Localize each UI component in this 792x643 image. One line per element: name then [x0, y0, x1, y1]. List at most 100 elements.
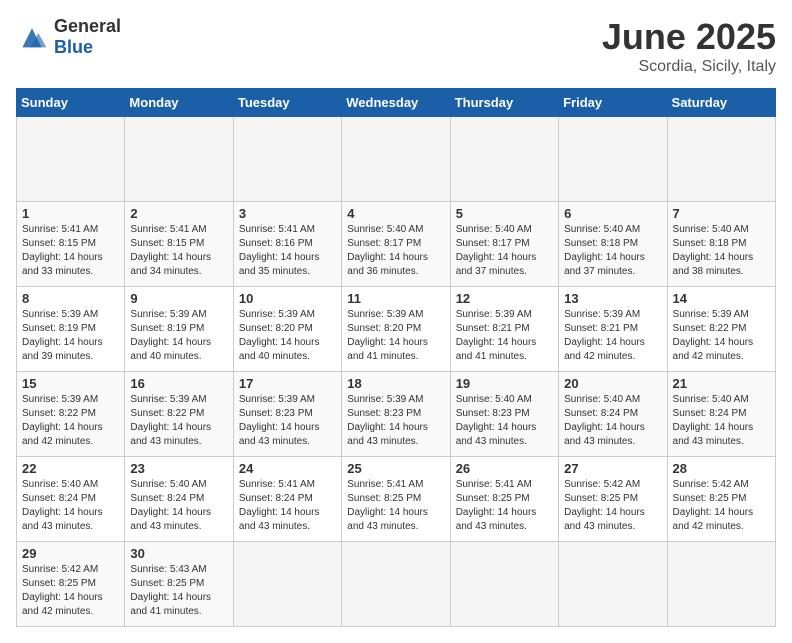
calendar-cell: 18Sunrise: 5:39 AMSunset: 8:23 PMDayligh…	[342, 372, 450, 457]
daylight-label: Daylight: 14 hours and 43 minutes.	[564, 507, 645, 532]
day-number: 27	[564, 461, 661, 476]
calendar-cell: 29Sunrise: 5:42 AMSunset: 8:25 PMDayligh…	[17, 542, 125, 627]
header-day-monday: Monday	[125, 89, 233, 117]
day-number: 5	[456, 206, 553, 221]
title-area: June 2025 Scordia, Sicily, Italy	[602, 16, 776, 76]
day-number: 9	[130, 291, 227, 306]
day-info: Sunrise: 5:39 AMSunset: 8:23 PMDaylight:…	[347, 393, 444, 449]
day-info: Sunrise: 5:39 AMSunset: 8:20 PMDaylight:…	[347, 308, 444, 364]
sunrise-time: Sunrise: 5:40 AM	[564, 224, 640, 235]
daylight-label: Daylight: 14 hours and 43 minutes.	[456, 507, 537, 532]
calendar-cell: 5 Sunrise: 5:40 AMSunset: 8:17 PMDaylight…	[450, 202, 558, 287]
day-info: Sunrise: 5:41 AMSunset: 8:25 PMDaylight:…	[456, 478, 553, 534]
sunrise-time: Sunrise: 5:40 AM	[130, 479, 206, 490]
calendar-cell	[667, 542, 775, 627]
day-info: Sunrise: 5:41 AMSunset: 8:15 PMDaylight:…	[130, 223, 227, 279]
sunrise-time: Sunrise: 5:41 AM	[239, 224, 315, 235]
sunrise-time: Sunrise: 5:42 AM	[673, 479, 749, 490]
calendar-cell: 7Sunrise: 5:40 AMSunset: 8:18 PMDaylight…	[667, 202, 775, 287]
calendar-cell: 12Sunrise: 5:39 AMSunset: 8:21 PMDayligh…	[450, 287, 558, 372]
calendar-cell	[342, 117, 450, 202]
day-info: Sunrise: 5:41 AMSunset: 8:15 PMDaylight:…	[22, 223, 119, 279]
daylight-label: Daylight: 14 hours and 41 minutes.	[456, 337, 537, 362]
header-day-saturday: Saturday	[667, 89, 775, 117]
header-day-thursday: Thursday	[450, 89, 558, 117]
sunset-time: Sunset: 8:25 PM	[347, 493, 421, 504]
sunset-time: Sunset: 8:22 PM	[130, 408, 204, 419]
calendar-cell: 15 Sunrise: 5:39 AMSunset: 8:22 PMDayligh…	[17, 372, 125, 457]
logo-icon	[16, 23, 48, 51]
day-info: Sunrise: 5:39 AMSunset: 8:21 PMDaylight:…	[456, 308, 553, 364]
calendar-cell: 9Sunrise: 5:39 AMSunset: 8:19 PMDaylight…	[125, 287, 233, 372]
calendar-cell: 21Sunrise: 5:40 AMSunset: 8:24 PMDayligh…	[667, 372, 775, 457]
sunrise-time: Sunrise: 5:39 AM	[130, 394, 206, 405]
day-info: Sunrise: 5:39 AMSunset: 8:22 PMDaylight:…	[22, 393, 119, 449]
sunset-time: Sunset: 8:24 PM	[673, 408, 747, 419]
day-info: Sunrise: 5:39 AMSunset: 8:21 PMDaylight:…	[564, 308, 661, 364]
week-row-3: 8Sunrise: 5:39 AMSunset: 8:19 PMDaylight…	[17, 287, 776, 372]
sunrise-time: Sunrise: 5:40 AM	[456, 394, 532, 405]
calendar-cell: 3Sunrise: 5:41 AMSunset: 8:16 PMDaylight…	[233, 202, 341, 287]
sunset-time: Sunset: 8:25 PM	[564, 493, 638, 504]
sunrise-time: Sunrise: 5:41 AM	[130, 224, 206, 235]
day-info: Sunrise: 5:41 AMSunset: 8:24 PMDaylight:…	[239, 478, 336, 534]
sunset-time: Sunset: 8:22 PM	[22, 408, 96, 419]
header-day-sunday: Sunday	[17, 89, 125, 117]
day-info: Sunrise: 5:40 AMSunset: 8:17 PMDaylight:…	[456, 223, 553, 279]
sunset-time: Sunset: 8:20 PM	[239, 323, 313, 334]
day-number: 15	[22, 376, 119, 391]
header-day-tuesday: Tuesday	[233, 89, 341, 117]
calendar-cell: 14 Sunrise: 5:39 AMSunset: 8:22 PMDayligh…	[667, 287, 775, 372]
sunrise-time: Sunrise: 5:40 AM	[673, 224, 749, 235]
calendar-cell: 26Sunrise: 5:41 AMSunset: 8:25 PMDayligh…	[450, 457, 558, 542]
day-number: 13	[564, 291, 661, 306]
sunset-time: Sunset: 8:24 PM	[22, 493, 96, 504]
day-info: Sunrise: 5:41 AMSunset: 8:25 PMDaylight:…	[347, 478, 444, 534]
day-number: 2	[130, 206, 227, 221]
sunrise-time: Sunrise: 5:41 AM	[347, 479, 423, 490]
day-number: 23	[130, 461, 227, 476]
day-number: 10	[239, 291, 336, 306]
day-info: Sunrise: 5:40 AMSunset: 8:24 PMDaylight:…	[564, 393, 661, 449]
sunset-time: Sunset: 8:24 PM	[239, 493, 313, 504]
logo: General Blue	[16, 16, 121, 58]
sunrise-time: Sunrise: 5:39 AM	[22, 309, 98, 320]
day-number: 14	[673, 291, 770, 306]
daylight-label: Daylight: 14 hours and 41 minutes.	[347, 337, 428, 362]
sunrise-time: Sunrise: 5:39 AM	[239, 394, 315, 405]
day-number: 11	[347, 291, 444, 306]
day-number: 28	[673, 461, 770, 476]
sunset-time: Sunset: 8:17 PM	[456, 238, 530, 249]
day-info: Sunrise: 5:39 AMSunset: 8:22 PMDaylight:…	[673, 308, 770, 364]
sunset-time: Sunset: 8:19 PM	[130, 323, 204, 334]
daylight-label: Daylight: 14 hours and 43 minutes.	[239, 507, 320, 532]
calendar-cell: 4Sunrise: 5:40 AMSunset: 8:17 PMDaylight…	[342, 202, 450, 287]
calendar-cell: 25Sunrise: 5:41 AMSunset: 8:25 PMDayligh…	[342, 457, 450, 542]
header-day-friday: Friday	[559, 89, 667, 117]
sunset-time: Sunset: 8:15 PM	[130, 238, 204, 249]
day-info: Sunrise: 5:39 AM Sunset: 8:22 PM Daylight:…	[130, 393, 227, 449]
daylight-label: Daylight: 14 hours and 43 minutes.	[130, 422, 211, 447]
daylight-label: Daylight: 14 hours and 35 minutes.	[239, 252, 320, 277]
day-info: Sunrise: 5:39 AMSunset: 8:19 PMDaylight:…	[22, 308, 119, 364]
daylight-label: Daylight: 14 hours and 42 minutes.	[22, 422, 103, 447]
daylight-label: Daylight: 14 hours and 42 minutes.	[673, 337, 754, 362]
day-number: 20	[564, 376, 661, 391]
day-number: 1	[22, 206, 119, 221]
daylight-label: Daylight: 14 hours and 43 minutes.	[456, 422, 537, 447]
day-info: Sunrise: 5:40 AMSunset: 8:23 PMDaylight:…	[456, 393, 553, 449]
header-day-wednesday: Wednesday	[342, 89, 450, 117]
header-row: SundayMondayTuesdayWednesdayThursdayFrid…	[17, 89, 776, 117]
day-number: 29	[22, 546, 119, 561]
sunset-time: Sunset: 8:17 PM	[347, 238, 421, 249]
sunrise-time: Sunrise: 5:39 AM	[564, 309, 640, 320]
sunrise-time: Sunrise: 5:41 AM	[22, 224, 98, 235]
sunset-time: Sunset: 8:24 PM	[130, 493, 204, 504]
day-number: 30	[130, 546, 227, 561]
sunset-time: Sunset: 8:25 PM	[130, 578, 204, 589]
calendar-cell	[233, 542, 341, 627]
calendar-table: SundayMondayTuesdayWednesdayThursdayFrid…	[16, 88, 776, 627]
daylight-label: Daylight: 14 hours and 43 minutes.	[22, 507, 103, 532]
calendar-cell: 24Sunrise: 5:41 AMSunset: 8:24 PMDayligh…	[233, 457, 341, 542]
daylight-label: Daylight: 14 hours and 41 minutes.	[130, 592, 211, 617]
